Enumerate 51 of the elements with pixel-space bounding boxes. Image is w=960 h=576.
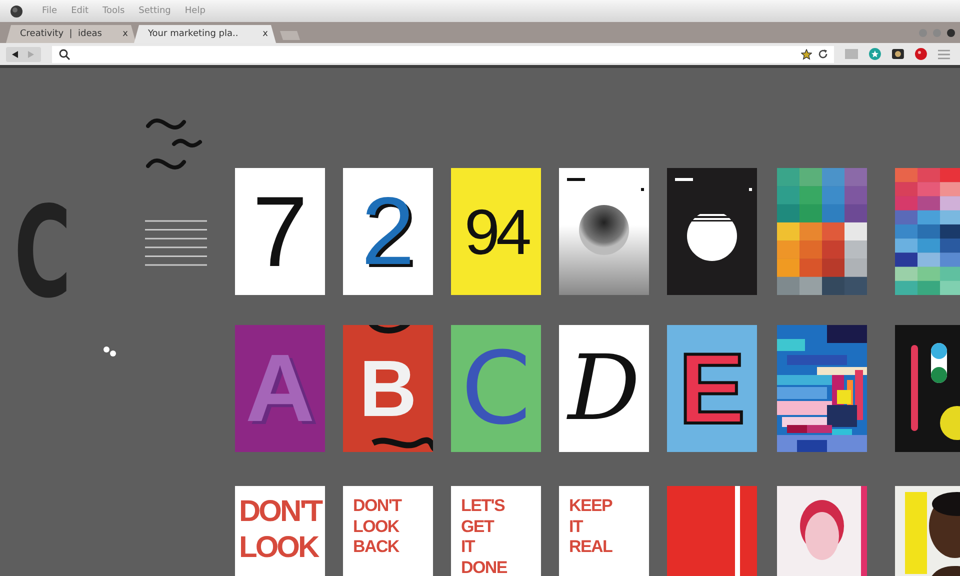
- poster-card[interactable]: D: [559, 325, 649, 452]
- camera-icon[interactable]: [892, 49, 904, 59]
- swatch-poster-drawing[interactable]: [777, 168, 867, 295]
- poster-card[interactable]: B: [343, 325, 433, 452]
- logo-letter: C: [14, 190, 72, 316]
- close-button[interactable]: x: [260, 29, 270, 39]
- sun-poster-drawing[interactable]: [667, 168, 757, 295]
- poster-card[interactable]: LET'S GET IT DONE: [451, 486, 541, 576]
- menu-item[interactable]: Setting: [132, 6, 178, 16]
- poster-glyph: A: [245, 340, 315, 436]
- swatch-poster-drawing[interactable]: [895, 168, 960, 295]
- browser-tab[interactable]: Creativity | ideas x: [6, 25, 136, 43]
- poster-card[interactable]: 7: [235, 168, 325, 295]
- app-logo-icon: [10, 4, 23, 18]
- dots-icon: [103, 346, 117, 357]
- poster-text: KEEP IT REAL: [569, 496, 612, 558]
- star-icon[interactable]: [801, 48, 812, 60]
- poster-glyph: B: [359, 348, 417, 428]
- poster-text: LET'S GET IT DONE: [461, 496, 507, 576]
- menu-item[interactable]: File: [35, 6, 64, 16]
- pill-poster-drawing[interactable]: [895, 325, 960, 452]
- poster-card[interactable]: DON'T LOOK: [235, 486, 325, 576]
- mosaic-poster-drawing[interactable]: [777, 325, 867, 452]
- poster-card[interactable]: 94: [451, 168, 541, 295]
- poster-text: DON'T LOOK: [239, 494, 322, 566]
- reload-icon[interactable]: [818, 49, 828, 59]
- poster-card[interactable]: KEEP IT REAL: [559, 486, 649, 576]
- browser-tab[interactable]: Your marketing pla.. x: [134, 25, 276, 43]
- search-icon: [58, 48, 70, 60]
- close-button[interactable]: x: [120, 29, 130, 39]
- poster-glyph: 7: [252, 182, 308, 282]
- menu-item[interactable]: Edit: [64, 6, 96, 16]
- poster-glyph: 94: [464, 200, 528, 264]
- sun-poster-drawing[interactable]: [559, 168, 649, 295]
- record-icon[interactable]: [915, 48, 928, 60]
- poster-card[interactable]: C: [451, 325, 541, 452]
- menu-item[interactable]: Tools: [96, 6, 132, 16]
- menu-item[interactable]: Help: [178, 6, 212, 16]
- back-icon[interactable]: [12, 50, 20, 58]
- poster-glyph: 2: [361, 184, 415, 280]
- poster-card[interactable]: DON'T LOOK BACK: [343, 486, 433, 576]
- poster-glyph: D: [568, 344, 640, 434]
- address-field[interactable]: [52, 46, 834, 62]
- navigation-buttons[interactable]: [6, 46, 41, 62]
- stripe-poster-drawing[interactable]: [667, 486, 757, 576]
- poster-text: DON'T LOOK BACK: [353, 496, 402, 558]
- poster-glyph: C: [461, 338, 531, 438]
- poster-glyph: E: [678, 338, 746, 438]
- badge-icon[interactable]: [869, 48, 882, 60]
- poster-card[interactable]: 2: [343, 168, 433, 295]
- lines-icon: [145, 220, 207, 267]
